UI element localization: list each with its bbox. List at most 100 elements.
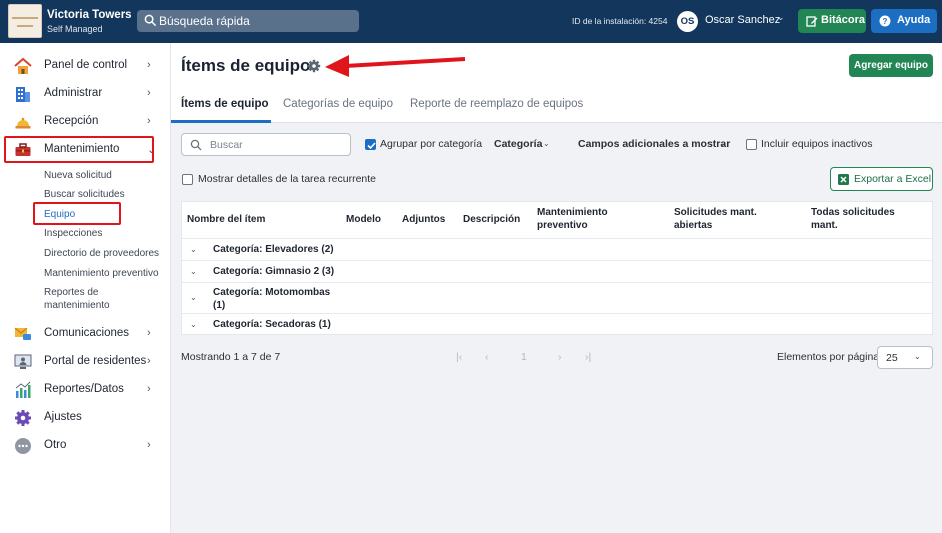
column-header-preventive[interactable]: Mantenimiento preventivo [537, 206, 608, 232]
search-placeholder: Buscar [210, 139, 243, 151]
home-icon [14, 57, 32, 74]
avatar[interactable]: OS [677, 11, 698, 32]
table-row[interactable]: ⌄ Categoría: Motomombas (1) [182, 282, 932, 313]
sidebar-item-dashboard[interactable]: Panel de control › [0, 54, 171, 78]
column-header-line: Mantenimiento [537, 207, 608, 218]
group-by-category-checkbox[interactable] [365, 139, 376, 150]
first-page-button[interactable]: |‹ [456, 351, 462, 363]
main-content: Ítems de equipo Agregar equipo Ítems de … [171, 43, 942, 533]
show-recurring-details-label[interactable]: Mostrar detalles de la tarea recurrente [198, 173, 376, 185]
sidebar-item-reports[interactable]: Reportes/Datos › [0, 378, 171, 402]
column-header-line: mant. [811, 220, 838, 231]
sub-item-search-requests[interactable]: Buscar solicitudes [44, 188, 125, 201]
checkmark-icon [367, 142, 376, 150]
category-group-label: Categoría: Secadoras (1) [213, 319, 331, 330]
property-plan: Self Managed [47, 24, 103, 34]
property-name[interactable]: Victoria Towers [47, 9, 132, 21]
column-header-description[interactable]: Descripción [463, 213, 520, 226]
sidebar-item-label: Recepción [44, 115, 99, 127]
sidebar-item-communications[interactable]: Comunicaciones › [0, 322, 171, 346]
chevron-right-icon: › [147, 439, 151, 451]
column-header-model[interactable]: Modelo [346, 213, 381, 226]
tab-equipment-items[interactable]: Ítems de equipo [181, 98, 269, 110]
search-icon [144, 14, 157, 27]
search-input[interactable]: Buscar [181, 133, 351, 156]
include-inactive-label[interactable]: Incluir equipos inactivos [761, 138, 872, 150]
equipment-table: Nombre del ítem Modelo Adjuntos Descripc… [181, 201, 933, 335]
chevron-down-icon[interactable]: ⌄ [190, 293, 197, 302]
edit-icon [806, 16, 818, 27]
category-dropdown[interactable]: Categoría [494, 138, 542, 150]
chevron-right-icon: › [147, 59, 151, 71]
bar-chart-icon [15, 381, 31, 398]
sub-item-label-line2: mantenimiento [44, 300, 110, 311]
sub-item-new-request[interactable]: Nueva solicitud [44, 169, 112, 182]
group-by-category-label[interactable]: Agrupar por categoría [380, 138, 482, 150]
items-per-page-label: Elementos por página [777, 351, 880, 363]
table-row[interactable]: ⌄ Categoría: Secadoras (1) [182, 313, 932, 335]
tab-equipment-categories[interactable]: Categorías de equipo [283, 98, 393, 110]
column-header-open-requests[interactable]: Solicitudes mant. abiertas [674, 206, 757, 232]
sidebar-item-label: Otro [44, 439, 67, 451]
sub-item-inspections[interactable]: Inspecciones [44, 227, 102, 240]
items-per-page-select[interactable]: 25 ⌄ [877, 346, 933, 369]
table-row[interactable]: ⌄ Categoría: Gimnasio 2 (3) [182, 260, 932, 282]
sidebar-item-reception[interactable]: Recepción › [0, 110, 171, 134]
export-excel-label: Exportar a Excel [854, 173, 932, 185]
chevron-down-icon[interactable]: ⌄ [190, 245, 197, 254]
sidebar-item-settings[interactable]: Ajustes [0, 406, 171, 430]
sub-item-preventive-maintenance[interactable]: Mantenimiento preventivo [44, 267, 159, 280]
sidebar-item-manage[interactable]: Administrar › [0, 82, 171, 106]
sub-item-maintenance-reports[interactable]: Reportes de mantenimiento [44, 286, 110, 312]
page-number[interactable]: 1 [521, 351, 527, 363]
category-group-label: Categoría: Elevadores (2) [213, 244, 334, 255]
table-row[interactable]: ⌄ Categoría: Elevadores (2) [182, 238, 932, 260]
user-name[interactable]: Oscar Sanchez [705, 14, 780, 26]
settings-gear-icon[interactable] [307, 59, 321, 73]
tab-replacement-report[interactable]: Reporte de reemplazo de equipos [410, 98, 583, 110]
sidebar-item-label: Administrar [44, 87, 103, 99]
show-recurring-details-checkbox[interactable] [182, 174, 193, 185]
extra-fields-dropdown[interactable]: Campos adicionales a mostrar [578, 138, 730, 150]
help-button-label: Ayuda [897, 14, 931, 26]
category-group-label-line2: (1) [213, 300, 226, 311]
chevron-down-icon[interactable]: ⌄ [190, 320, 197, 329]
include-inactive-checkbox[interactable] [746, 139, 757, 150]
column-header-line: Solicitudes mant. [674, 207, 757, 218]
sub-item-label-line1: Reportes de [44, 287, 99, 298]
monitor-user-icon [14, 354, 32, 369]
column-header-line: preventivo [537, 220, 588, 231]
more-icon [15, 438, 31, 454]
chevron-down-icon[interactable]: ⌄ [777, 12, 785, 23]
column-header-name[interactable]: Nombre del ítem [187, 213, 265, 226]
sidebar-item-resident-portal[interactable]: Portal de residentes › [0, 350, 171, 374]
log-button-label: Bitácora [821, 14, 866, 26]
chevron-down-icon[interactable]: ⌄ [719, 139, 726, 148]
help-button[interactable]: ? Ayuda [871, 9, 937, 33]
log-button[interactable]: Bitácora [798, 9, 866, 33]
sidebar-item-other[interactable]: Otro › [0, 434, 171, 458]
chevron-right-icon: › [147, 355, 151, 367]
svg-text:?: ? [883, 17, 888, 26]
column-header-attachments[interactable]: Adjuntos [402, 213, 445, 226]
column-header-all-requests[interactable]: Todas solicitudes mant. [811, 206, 895, 232]
next-page-button[interactable]: › [558, 351, 562, 363]
chevron-down-icon[interactable]: ⌄ [190, 267, 197, 276]
quick-search[interactable]: Búsqueda rápida [137, 10, 359, 32]
category-group-label: Categoría: Gimnasio 2 (3) [213, 266, 335, 277]
sidebar-item-label: Comunicaciones [44, 327, 130, 339]
chevron-down-icon[interactable]: ⌄ [543, 139, 550, 148]
last-page-button[interactable]: ›| [585, 351, 591, 363]
page-header: Ítems de equipo Agregar equipo Ítems de … [171, 43, 942, 123]
active-tab-indicator [171, 120, 271, 123]
sub-item-vendor-directory[interactable]: Directorio de proveedores [44, 247, 159, 260]
prev-page-button[interactable]: ‹ [485, 351, 489, 363]
mail-chat-icon [14, 327, 31, 340]
export-excel-button[interactable]: Exportar a Excel [830, 167, 933, 191]
chevron-down-icon: ⌄ [914, 352, 921, 361]
highlight-maintenance-annotation [4, 136, 154, 163]
gear-icon [15, 410, 31, 426]
add-equipment-button[interactable]: Agregar equipo [849, 54, 933, 77]
category-group-label: Categoría: Motomombas (1) [213, 286, 330, 312]
property-logo[interactable] [8, 4, 42, 38]
